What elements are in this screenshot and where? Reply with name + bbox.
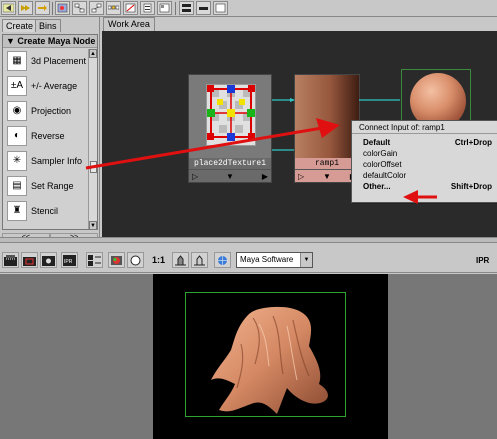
- node-list-item-projection[interactable]: ◉ Projection: [3, 98, 97, 123]
- clear-graph-icon[interactable]: [123, 1, 138, 15]
- node-list-item-sampler-info[interactable]: ✳ Sampler Info: [3, 148, 97, 173]
- place2dtexture-label: place2dTexture1: [189, 158, 271, 169]
- scroll-right-icon[interactable]: [18, 1, 33, 15]
- create-maya-nodes-header[interactable]: ▼ Create Maya Node: [3, 35, 97, 48]
- tab-bins[interactable]: Bins: [35, 19, 61, 32]
- split-view-icon[interactable]: [213, 1, 228, 15]
- input-port-icon[interactable]: ▷: [298, 172, 304, 181]
- output-port-icon[interactable]: ▶: [262, 172, 268, 181]
- sampler-info-icon: ✳: [7, 150, 27, 171]
- menu-item-defaultcolor[interactable]: defaultColor: [352, 170, 497, 181]
- ramp-swatch: [295, 75, 359, 158]
- node-list-item-stencil[interactable]: ♜ Stencil: [3, 198, 97, 223]
- hypershade-toolbar: [0, 0, 497, 17]
- list-scrollbar[interactable]: ▲ ▼: [88, 49, 97, 229]
- node-list-item-label: Projection: [31, 105, 72, 116]
- tab-create[interactable]: Create: [2, 19, 38, 32]
- expand-node-icon[interactable]: ▼: [226, 172, 234, 181]
- ramp-controls: ▷ ▼ ▶: [295, 169, 359, 182]
- node-list-item-label: Set Range: [31, 180, 74, 191]
- menu-item-other[interactable]: Other... Shift+Drop: [352, 181, 497, 192]
- node-list-item-label: Reverse: [31, 130, 65, 141]
- node-list-item-set-range[interactable]: ▤ Set Range: [3, 173, 97, 198]
- graph-up-icon[interactable]: [72, 1, 87, 15]
- create-panel: Create Bins ▼ Create Maya Node ▦ 3d Place…: [0, 17, 100, 242]
- render-view: [0, 274, 497, 439]
- menu-item-colorgain[interactable]: colorGain: [352, 148, 497, 159]
- render-settings-icon[interactable]: [86, 252, 103, 268]
- menu-item-label: defaultColor: [363, 171, 407, 180]
- tab-work-area[interactable]: Work Area: [103, 17, 155, 31]
- node-list-item-3d-placement[interactable]: ▦ 3d Placement: [3, 48, 97, 73]
- graph-both-icon[interactable]: [106, 1, 121, 15]
- stencil-icon: ♜: [7, 200, 27, 221]
- menu-item-coloroffset[interactable]: colorOffset: [352, 159, 497, 170]
- ipr-label[interactable]: IPR: [476, 256, 489, 265]
- svg-text:IPR: IPR: [64, 259, 73, 265]
- rendered-cloth-image: [211, 306, 328, 414]
- 3d-placement-icon: ▦: [7, 50, 27, 71]
- menu-item-default[interactable]: Default Ctrl+Drop: [352, 137, 497, 148]
- snapshot-icon[interactable]: [40, 252, 57, 268]
- connect-input-menu: Connect Input of: ramp1 Default Ctrl+Drop…: [351, 120, 497, 203]
- chevron-down-icon[interactable]: ▼: [300, 253, 312, 267]
- render-frame: [153, 274, 388, 439]
- render-region-icon[interactable]: [21, 252, 38, 268]
- scroll-left-icon[interactable]: [1, 1, 16, 15]
- color-channels-icon[interactable]: [108, 252, 125, 268]
- alpha-channel-icon[interactable]: [127, 252, 144, 268]
- plus-minus-average-icon: ±A: [7, 75, 27, 96]
- render-icon[interactable]: [2, 252, 19, 268]
- node-list-item-reverse[interactable]: ◐ Reverse: [3, 123, 97, 148]
- map-icon[interactable]: [55, 1, 70, 15]
- node-list-item-label: Sampler Info: [31, 155, 83, 166]
- keep-image-icon[interactable]: [172, 252, 189, 268]
- place2dtexture-node[interactable]: place2dTexture1 ▷ ▼ ▶: [188, 74, 272, 183]
- scroll-up-button[interactable]: ▲: [89, 49, 97, 58]
- work-area-graph[interactable]: place2dTexture1 ▷ ▼ ▶ ramp1 ▷ ▼ ▶ Connec…: [102, 31, 497, 237]
- ratio-label[interactable]: 1:1: [152, 255, 165, 265]
- scroll-down-button[interactable]: ▼: [89, 221, 97, 229]
- layout-icon[interactable]: [179, 1, 194, 15]
- ipr-render-icon[interactable]: IPR: [61, 252, 78, 268]
- hide-node-icon[interactable]: [140, 1, 155, 15]
- node-list-item-label: +/- Average: [31, 80, 78, 91]
- output-port-icon[interactable]: ▷: [192, 172, 198, 181]
- menu-item-label: Other...: [363, 182, 391, 191]
- node-list: ▼ Create Maya Node ▦ 3d Placement ±A +/- Av…: [2, 34, 98, 230]
- swatch-icon[interactable]: [157, 1, 172, 15]
- place2dtexture-swatch: [206, 84, 256, 146]
- node-list-item-average[interactable]: ±A +/- Average: [3, 73, 97, 98]
- ramp-label: ramp1: [295, 158, 359, 169]
- place2dtexture-controls: ▷ ▼ ▶: [189, 169, 271, 182]
- render-view-toolbar: IPR 1:1 Maya Software ▼ IPR: [0, 249, 497, 273]
- set-range-icon: ▤: [7, 175, 27, 196]
- graph-down-icon[interactable]: [89, 1, 104, 15]
- menu-title: Connect Input of: ramp1: [352, 121, 497, 134]
- remove-image-icon[interactable]: [191, 252, 208, 268]
- single-view-icon[interactable]: [196, 1, 211, 15]
- scroll-thumb[interactable]: [90, 161, 97, 173]
- renderer-value: Maya Software: [240, 255, 294, 264]
- menu-item-shortcut: Ctrl+Drop: [454, 138, 492, 147]
- menu-item-label: Default: [363, 138, 391, 147]
- projection-icon: ◉: [7, 100, 27, 121]
- node-list-item-label: Stencil: [31, 205, 59, 216]
- render-globals-icon[interactable]: [214, 252, 231, 268]
- menu-item-label: colorOffset: [363, 160, 402, 169]
- renderer-dropdown[interactable]: Maya Software ▼: [236, 252, 313, 268]
- node-list-item-label: 3d Placement: [31, 55, 87, 66]
- reverse-icon: ◐: [7, 125, 27, 146]
- menu-item-shortcut: Shift+Drop: [450, 182, 492, 191]
- panel-tabs: Create Bins: [0, 17, 100, 32]
- expand-node-icon[interactable]: ▼: [323, 172, 331, 181]
- pane-divider[interactable]: [0, 237, 497, 243]
- menu-item-label: colorGain: [363, 149, 398, 158]
- arrow-right-icon[interactable]: [35, 1, 50, 15]
